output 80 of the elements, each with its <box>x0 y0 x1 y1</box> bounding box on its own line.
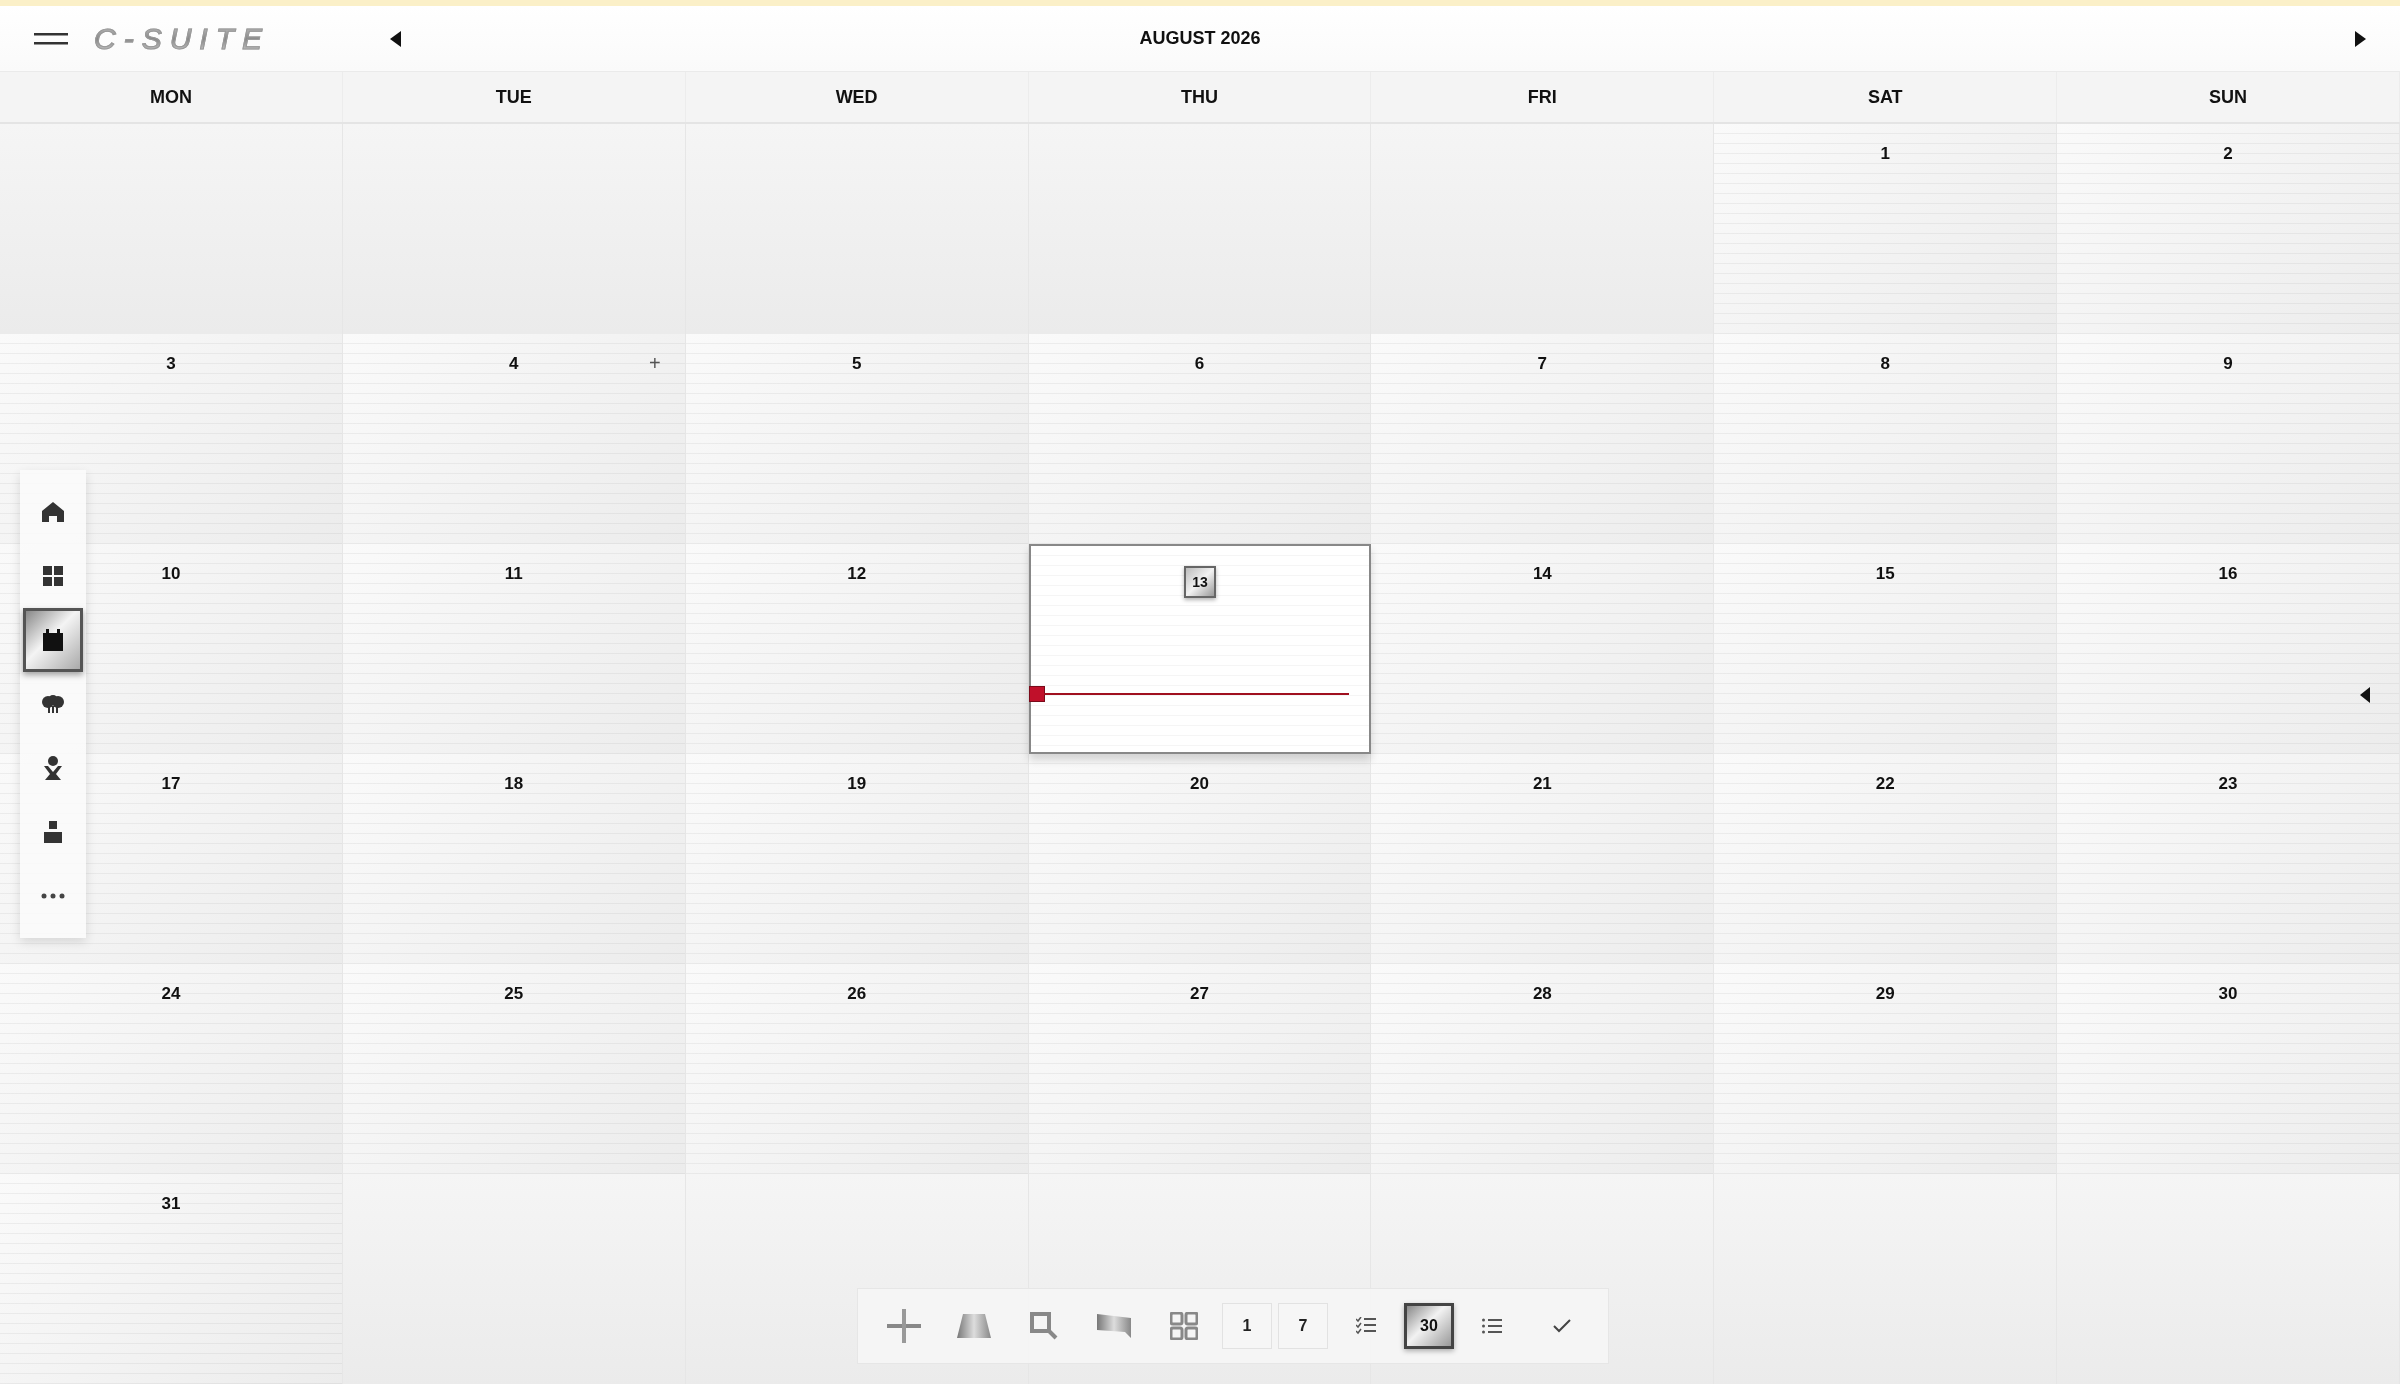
day-cell[interactable]: 7 <box>1371 334 1715 544</box>
day-cell[interactable]: 22 <box>1714 754 2058 964</box>
day-cell[interactable]: 6 <box>1028 334 1372 544</box>
sidebar-button[interactable] <box>23 608 83 672</box>
day-cell[interactable]: 31 <box>0 1174 343 1384</box>
weekday-header: SUN <box>2057 72 2400 122</box>
day-cell[interactable]: 18 <box>342 754 686 964</box>
day-number: 7 <box>1537 354 1548 374</box>
day-cell[interactable]: 2 <box>2057 124 2400 334</box>
day-number: 3 <box>166 354 176 374</box>
view-button[interactable]: 1 <box>1222 1303 1272 1349</box>
day-number: 24 <box>161 984 181 1004</box>
tree-icon <box>42 695 64 713</box>
day-number: 11 <box>504 564 523 584</box>
day-cell[interactable]: 26 <box>685 964 1029 1174</box>
stamp-icon <box>44 821 62 843</box>
day-number: 31 <box>161 1194 181 1214</box>
day-cell[interactable]: 28 <box>1371 964 1715 1174</box>
weekday-header: TUE <box>342 72 686 122</box>
month-title: AUGUST 2026 <box>1139 28 1261 49</box>
day-number: 26 <box>847 984 867 1004</box>
day-cell[interactable]: 14 <box>1371 544 1715 754</box>
view-button[interactable]: 7 <box>1278 1303 1328 1349</box>
day-number: 18 <box>504 774 524 794</box>
day-cell[interactable]: 5 <box>685 334 1029 544</box>
day-number: 9 <box>2223 354 2233 374</box>
person-icon <box>43 756 63 780</box>
weekday-header: SAT <box>1714 72 2058 122</box>
day-number: 27 <box>1190 984 1209 1004</box>
day-number: 8 <box>1880 354 1890 374</box>
day-cell[interactable]: 3 <box>0 334 343 544</box>
day-number: 21 <box>1532 774 1552 794</box>
day-cell[interactable]: 4 + <box>342 334 686 544</box>
day-number: 10 <box>161 564 181 584</box>
day-number: 20 <box>1190 774 1209 794</box>
day-number: 12 <box>847 564 867 584</box>
day-number: 30 <box>2218 984 2238 1004</box>
day-number: 19 <box>847 774 867 794</box>
day-cell[interactable]: 21 <box>1371 754 1715 964</box>
day-cell[interactable]: 24 <box>0 964 343 1174</box>
weekday-header: MON <box>0 72 343 122</box>
day-number: 15 <box>1875 564 1895 584</box>
day-cell[interactable]: 8 <box>1714 334 2058 544</box>
day-cell[interactable]: 20 <box>1028 754 1372 964</box>
drawer-handle-icon[interactable] <box>2360 687 2370 703</box>
day-cell[interactable]: 11 <box>342 544 686 754</box>
day-cell[interactable]: 25 <box>342 964 686 1174</box>
weekday-header: FRI <box>1371 72 1715 122</box>
day-number: 17 <box>161 774 181 794</box>
day-number: 28 <box>1532 984 1552 1004</box>
day-number: 23 <box>2218 774 2238 794</box>
home-icon <box>42 502 64 522</box>
grid-icon <box>43 566 63 586</box>
weekday-header: WED <box>685 72 1029 122</box>
day-number: 25 <box>504 984 524 1004</box>
day-cell[interactable]: 23 <box>2057 754 2400 964</box>
day-cell[interactable]: 29 <box>1714 964 2058 1174</box>
today-badge: 13 <box>1184 566 1216 598</box>
day-cell[interactable]: 19 <box>685 754 1029 964</box>
day-number: 16 <box>2218 564 2238 584</box>
selected-day-cell[interactable]: 13 <box>1028 544 1372 754</box>
day-number: 29 <box>1875 984 1895 1004</box>
day-cell[interactable]: 1 <box>1714 124 2058 334</box>
day-cell[interactable]: 12 <box>685 544 1029 754</box>
weekday-header: THU <box>1028 72 1372 122</box>
day-cell[interactable]: 30 <box>2057 964 2400 1174</box>
calendar-icon <box>43 629 63 651</box>
day-number: 4 <box>509 354 519 374</box>
day-cell[interactable]: 9 <box>2057 334 2400 544</box>
day-number: 22 <box>1875 774 1895 794</box>
day-cell[interactable]: 16 <box>2057 544 2400 754</box>
day-cell[interactable]: 15 <box>1714 544 2058 754</box>
day-number: 1 <box>1880 144 1890 164</box>
day-number: 6 <box>1194 354 1205 374</box>
view-button[interactable]: 30 <box>1404 1303 1454 1349</box>
day-number: 14 <box>1532 564 1552 584</box>
day-number: 5 <box>851 354 862 374</box>
day-cell[interactable]: 27 <box>1028 964 1372 1174</box>
day-number: 2 <box>2223 144 2233 164</box>
add-event-button[interactable]: + <box>649 352 661 375</box>
